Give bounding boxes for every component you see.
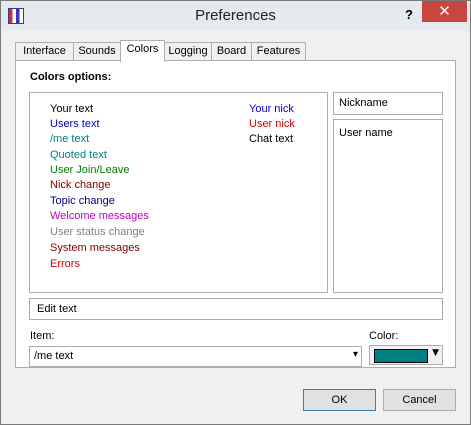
- color-item-user-join-leave[interactable]: User Join/Leave: [50, 164, 130, 176]
- color-item-welcome-messages[interactable]: Welcome messages: [50, 210, 149, 222]
- dropdown-arrow-icon: ▼: [432, 348, 439, 358]
- color-item-topic-change[interactable]: Topic change: [50, 195, 115, 207]
- color-item-your-nick[interactable]: Your nick: [249, 103, 294, 115]
- color-swatch: [374, 349, 428, 363]
- color-item-quoted-text[interactable]: Quoted text: [50, 149, 107, 161]
- item-label: Item:: [30, 330, 55, 342]
- item-select-value: /me text: [34, 350, 74, 362]
- color-item-your-text[interactable]: Your text: [50, 103, 93, 115]
- tab-colors[interactable]: Colors: [120, 40, 165, 62]
- color-item-chat-text[interactable]: Chat text: [249, 133, 293, 145]
- color-item-user-nick[interactable]: User nick: [249, 118, 295, 130]
- chevron-down-icon: ▾: [352, 349, 358, 360]
- color-item-users-text[interactable]: Users text: [50, 118, 100, 130]
- tab-logging[interactable]: Logging: [164, 42, 212, 60]
- color-item-user-status-change[interactable]: User status change: [50, 226, 145, 238]
- color-item-nick-change[interactable]: Nick change: [50, 179, 111, 191]
- nickname-preview: Nickname: [333, 92, 443, 115]
- color-label: Color:: [369, 330, 399, 342]
- color-picker[interactable]: ▼: [369, 345, 443, 365]
- tab-features[interactable]: Features: [251, 42, 306, 60]
- colors-options-label: Colors options:: [30, 71, 112, 83]
- tab-board[interactable]: Board: [211, 42, 252, 60]
- color-item-errors[interactable]: Errors: [50, 258, 80, 270]
- tab-interface[interactable]: Interface: [15, 42, 74, 60]
- title-bar: Preferences ? ✕: [1, 1, 470, 31]
- item-select[interactable]: /me text ▾: [29, 346, 362, 367]
- color-items-list[interactable]: Your text Users text /me text Quoted tex…: [29, 92, 328, 293]
- cancel-button[interactable]: Cancel: [383, 389, 456, 411]
- tab-sounds[interactable]: Sounds: [73, 42, 121, 60]
- username-preview: User name: [333, 119, 443, 293]
- help-button[interactable]: ?: [399, 5, 419, 25]
- close-button[interactable]: ✕: [422, 1, 467, 22]
- preferences-window: Preferences ? ✕ Interface Sounds Colors …: [0, 0, 471, 425]
- ok-button[interactable]: OK: [303, 389, 376, 411]
- color-item-system-messages[interactable]: System messages: [50, 242, 140, 254]
- color-item-me-text[interactable]: /me text: [50, 133, 89, 145]
- edit-text-preview: Edit text: [29, 298, 443, 320]
